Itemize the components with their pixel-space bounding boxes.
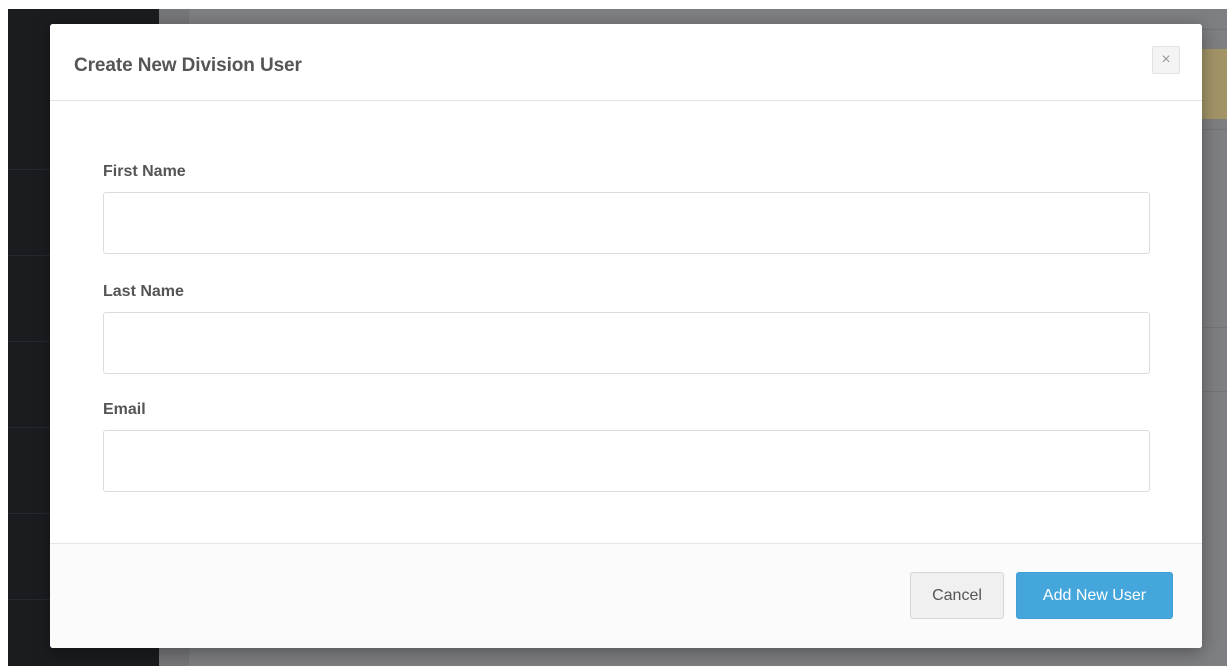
- cancel-button[interactable]: Cancel: [910, 572, 1004, 619]
- email-label: Email: [103, 401, 146, 418]
- modal-footer: Cancel Add New User: [50, 543, 1202, 648]
- add-new-user-button[interactable]: Add New User: [1016, 572, 1173, 619]
- close-button[interactable]: ×: [1152, 46, 1180, 74]
- create-user-modal: Create New Division User × First Name La…: [50, 24, 1202, 648]
- first-name-label: First Name: [103, 163, 186, 180]
- first-name-input[interactable]: [103, 192, 1150, 254]
- last-name-label: Last Name: [103, 283, 184, 300]
- close-icon: ×: [1161, 51, 1171, 68]
- modal-title: Create New Division User: [74, 55, 302, 76]
- modal-header: Create New Division User ×: [50, 24, 1202, 101]
- email-input[interactable]: [103, 430, 1150, 492]
- modal-body: First Name Last Name Email: [50, 102, 1202, 543]
- last-name-input[interactable]: [103, 312, 1150, 374]
- background-accent-panel: [1199, 49, 1227, 119]
